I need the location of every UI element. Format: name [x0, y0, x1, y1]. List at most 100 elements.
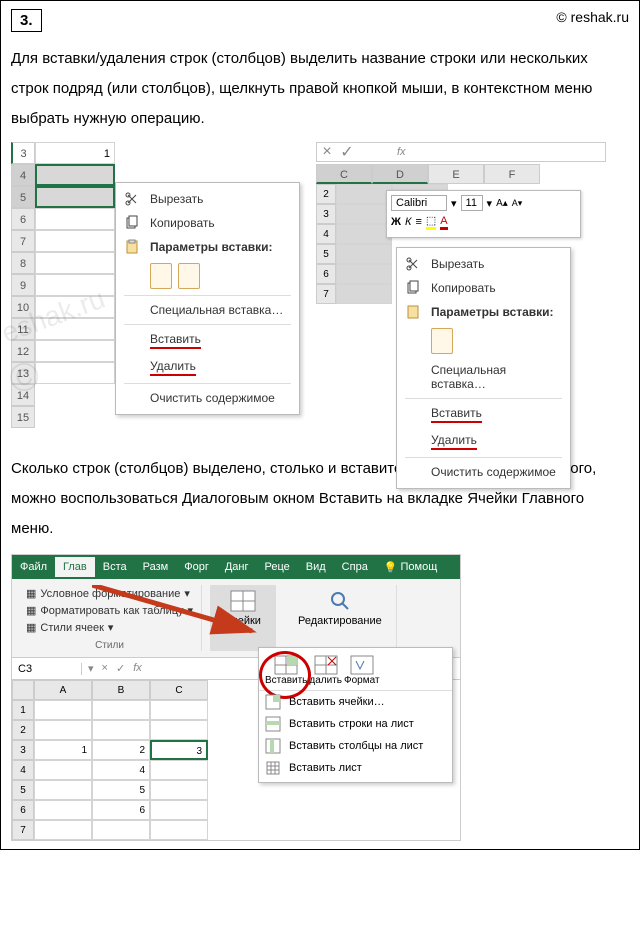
ctx-cut[interactable]: Вырезать: [397, 252, 570, 276]
row-header-4[interactable]: 4: [11, 164, 35, 186]
format-as-table[interactable]: ▦Форматировать как таблицу ▾: [26, 602, 193, 619]
cell-a12[interactable]: [35, 340, 115, 362]
cell-a5[interactable]: [35, 186, 115, 208]
cell[interactable]: [34, 700, 92, 720]
row-header-3[interactable]: 3: [11, 142, 35, 164]
cell-b4[interactable]: 4: [92, 760, 150, 780]
insert-button[interactable]: Вставить: [265, 655, 307, 686]
cell-a10[interactable]: [35, 296, 115, 318]
cell-a9[interactable]: [35, 274, 115, 296]
font-name-select[interactable]: Calibri: [391, 195, 447, 211]
cell[interactable]: [150, 700, 208, 720]
cell-a7[interactable]: [35, 230, 115, 252]
fx-cancel-icon[interactable]: ×: [317, 143, 337, 161]
dd-insert-cells[interactable]: Вставить ячейки…: [259, 691, 452, 713]
cell[interactable]: [336, 204, 392, 224]
conditional-formatting[interactable]: ▦Условное форматирование ▾: [26, 585, 193, 602]
chevron-down-icon[interactable]: ▾: [451, 197, 457, 210]
rh-7[interactable]: 7: [12, 820, 34, 840]
ctx-insert[interactable]: Вставить: [397, 401, 570, 428]
col-header-f[interactable]: F: [484, 164, 540, 184]
cell[interactable]: [150, 720, 208, 740]
cell-a3[interactable]: 1: [35, 142, 115, 164]
bold-button[interactable]: Ж: [391, 216, 401, 228]
tab-formulas[interactable]: Форг: [176, 557, 217, 577]
cell-b5[interactable]: 5: [92, 780, 150, 800]
cell[interactable]: [336, 244, 392, 264]
tab-home[interactable]: Глав: [55, 557, 95, 577]
cell-a4[interactable]: [35, 164, 115, 186]
ctx-insert[interactable]: Вставить: [116, 327, 299, 354]
row-hdr-6[interactable]: 6: [316, 264, 336, 284]
cancel-icon[interactable]: ×: [102, 662, 108, 675]
dropdown-icon[interactable]: ▾: [88, 662, 94, 675]
cell[interactable]: [92, 700, 150, 720]
row-hdr-2[interactable]: 2: [316, 184, 336, 204]
paste-option-1[interactable]: [431, 328, 453, 354]
italic-button[interactable]: К: [405, 216, 411, 228]
cell-a11[interactable]: [35, 318, 115, 340]
tab-data[interactable]: Данг: [217, 557, 257, 577]
cell[interactable]: [150, 820, 208, 840]
cell[interactable]: [34, 760, 92, 780]
cell-c3[interactable]: 3: [150, 740, 208, 760]
cell[interactable]: [92, 820, 150, 840]
format-button[interactable]: Формат: [344, 655, 380, 686]
ctx-delete[interactable]: Удалить: [397, 428, 570, 455]
fill-color-icon[interactable]: ⬚: [426, 214, 436, 230]
cell[interactable]: [34, 820, 92, 840]
formula-bar[interactable]: × ✓ fx: [316, 142, 606, 162]
cell[interactable]: [34, 720, 92, 740]
tab-view[interactable]: Вид: [298, 557, 334, 577]
font-color-icon[interactable]: A: [440, 215, 447, 230]
increase-font-icon[interactable]: A▴: [496, 198, 508, 209]
cell[interactable]: [336, 284, 392, 304]
row-header-7[interactable]: 7: [11, 230, 35, 252]
row-hdr-3[interactable]: 3: [316, 204, 336, 224]
dd-insert-cols[interactable]: Вставить столбцы на лист: [259, 735, 452, 757]
cells-button[interactable]: Ячейки: [218, 585, 267, 631]
ctx-paste-special[interactable]: Специальная вставка…: [397, 358, 570, 396]
row-header-15[interactable]: 15: [11, 406, 35, 428]
row-header-12[interactable]: 12: [11, 340, 35, 362]
paste-option-1[interactable]: [150, 263, 172, 289]
cell[interactable]: [150, 800, 208, 820]
tell-me[interactable]: 💡Помощ: [376, 557, 445, 578]
row-header-6[interactable]: 6: [11, 208, 35, 230]
cell[interactable]: [92, 720, 150, 740]
editing-button[interactable]: Редактирование: [292, 585, 388, 631]
row-hdr-4[interactable]: 4: [316, 224, 336, 244]
row-header-8[interactable]: 8: [11, 252, 35, 274]
align-icon[interactable]: ≡: [415, 216, 421, 228]
rh-5[interactable]: 5: [12, 780, 34, 800]
name-box[interactable]: C3: [12, 663, 82, 675]
tab-layout[interactable]: Разм: [135, 557, 177, 577]
ctx-clear[interactable]: Очистить содержимое: [116, 386, 299, 410]
row-header-5[interactable]: 5: [11, 186, 35, 208]
row-hdr-5[interactable]: 5: [316, 244, 336, 264]
cell[interactable]: [150, 760, 208, 780]
paste-option-2[interactable]: [178, 263, 200, 289]
ctx-clear[interactable]: Очистить содержимое: [397, 460, 570, 484]
ctx-delete[interactable]: Удалить: [116, 354, 299, 381]
rh-4[interactable]: 4: [12, 760, 34, 780]
fx-icon[interactable]: fx: [133, 662, 142, 675]
cell[interactable]: [336, 184, 392, 204]
row-header-14[interactable]: 14: [11, 384, 35, 406]
delete-button[interactable]: далить: [309, 655, 342, 686]
decrease-font-icon[interactable]: A▾: [512, 198, 523, 209]
ctx-copy[interactable]: Копировать: [397, 276, 570, 300]
cell-b3[interactable]: 2: [92, 740, 150, 760]
chevron-down-icon[interactable]: ▾: [487, 197, 493, 210]
col-header-e[interactable]: E: [428, 164, 484, 184]
corner[interactable]: [12, 680, 34, 700]
rh-6[interactable]: 6: [12, 800, 34, 820]
ctx-cut[interactable]: Вырезать: [116, 187, 299, 211]
row-hdr-7[interactable]: 7: [316, 284, 336, 304]
rh-2[interactable]: 2: [12, 720, 34, 740]
cell[interactable]: [34, 780, 92, 800]
tab-file[interactable]: Файл: [12, 557, 55, 577]
cell-b6[interactable]: 6: [92, 800, 150, 820]
col-header-c[interactable]: C: [316, 164, 372, 184]
cell[interactable]: [150, 780, 208, 800]
